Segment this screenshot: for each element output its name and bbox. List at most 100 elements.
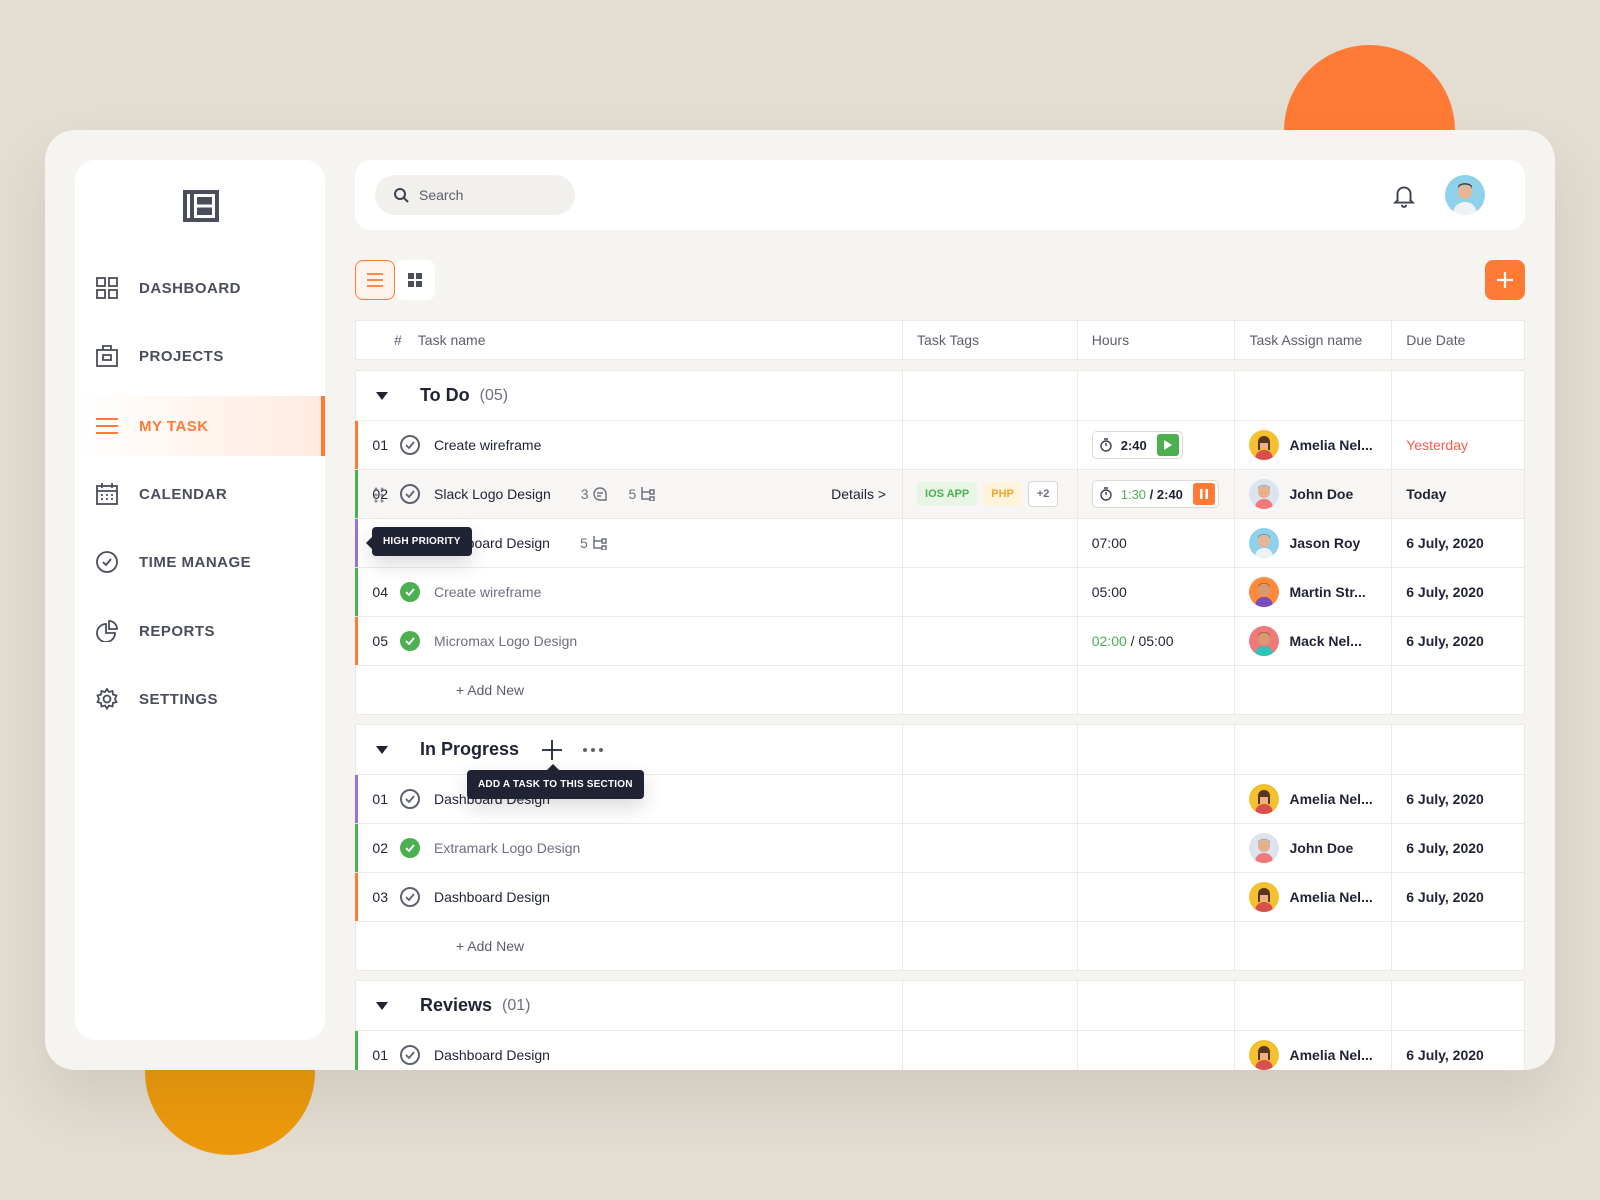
user-avatar[interactable] — [1445, 175, 1485, 215]
header-task-name: Task name — [417, 332, 486, 348]
due-date: 6 July, 2020 — [1406, 633, 1484, 649]
subtask-count[interactable]: 5 — [629, 486, 657, 502]
sidebar-item-label: PROJECTS — [139, 347, 224, 365]
details-link[interactable]: Details > — [831, 486, 886, 502]
task-name[interactable]: Extramark Logo Design — [434, 840, 580, 856]
table-row[interactable]: 03 Dashboard Design Amelia Nel... 6 July… — [355, 872, 1524, 921]
collapse-caret-icon[interactable] — [376, 745, 388, 754]
task-number: 01 — [372, 437, 388, 453]
table-row[interactable]: 01 Dashboard Design Amelia Nel... 6 July… — [355, 1030, 1524, 1070]
check-icon[interactable] — [400, 484, 420, 504]
task-name[interactable]: Dashboard Design — [434, 1047, 550, 1063]
check-icon[interactable] — [400, 887, 420, 907]
more-options-icon[interactable] — [583, 747, 604, 752]
tag-badge[interactable]: PHP — [983, 482, 1022, 506]
table-row[interactable]: 01 Create wireframe 2:40 Amelia Nel... Y… — [355, 420, 1524, 469]
task-number: 05 — [372, 633, 388, 649]
assignee-name: Mack Nel... — [1289, 633, 1362, 649]
table-row[interactable]: 05 Micromax Logo Design 02:00 / 05:00 Ma… — [355, 616, 1524, 665]
table-row[interactable]: 04 Create wireframe 05:00 Martin Str... … — [355, 567, 1524, 616]
pause-icon[interactable] — [1192, 483, 1215, 505]
sidebar-item-time-manage[interactable]: TIME MANAGE — [75, 532, 325, 592]
check-done-icon[interactable] — [400, 838, 420, 858]
section-count: (05) — [479, 386, 509, 404]
task-name[interactable]: Slack Logo Design — [434, 486, 551, 502]
add-task-button[interactable] — [1485, 260, 1525, 300]
assignee-name: Amelia Nel... — [1289, 1047, 1373, 1063]
list-view-button[interactable] — [355, 260, 395, 300]
subtask-icon — [593, 536, 607, 550]
search-icon — [394, 188, 409, 203]
add-row: + Add New — [356, 921, 1524, 970]
sidebar-item-reports[interactable]: REPORTS — [75, 601, 325, 661]
play-icon[interactable] — [1156, 434, 1179, 456]
section-header: In Progress — [356, 725, 1524, 774]
section-header: To Do (05) — [356, 371, 1524, 420]
task-number: 01 — [372, 791, 388, 807]
sidebar-item-calendar[interactable]: CALENDAR — [75, 464, 325, 524]
task-number: 04 — [372, 584, 388, 600]
add-to-section-icon[interactable] — [541, 739, 563, 761]
add-new-link[interactable]: + Add New — [456, 682, 524, 698]
stopwatch-icon — [1100, 438, 1112, 452]
sidebar-item-settings[interactable]: SETTINGS — [75, 669, 325, 729]
subtask-count-value: 5 — [579, 535, 588, 551]
header-tags[interactable]: Task Tags — [903, 321, 1078, 359]
subtask-count[interactable]: 5 — [580, 535, 608, 551]
check-icon[interactable] — [400, 1045, 420, 1065]
app-window: DASHBOARD PROJECTS MY TASK CALENDAR TIME… — [45, 130, 1555, 1070]
tag-more-badge[interactable]: +2 — [1027, 481, 1059, 507]
task-timer: 2:40 — [1091, 431, 1183, 459]
header-due[interactable]: Due Date — [1392, 321, 1524, 359]
check-icon[interactable] — [400, 789, 420, 809]
table-row[interactable]: 02 Slack Logo Design 3 5 Details > IOS A… — [355, 469, 1524, 518]
hours-separator: / — [1126, 633, 1139, 649]
app-logo[interactable] — [183, 190, 219, 222]
grid-icon — [95, 276, 119, 300]
avatar — [1249, 528, 1280, 558]
task-name[interactable]: Create wireframe — [434, 584, 541, 600]
hours-value: 07:00 — [1091, 535, 1127, 551]
section-count: (01) — [502, 996, 531, 1014]
task-name[interactable]: Dashboard Design — [434, 889, 550, 905]
search-box[interactable] — [375, 175, 575, 215]
tag-badge[interactable]: IOS APP — [917, 482, 978, 506]
sidebar-item-dashboard[interactable]: DASHBOARD — [75, 258, 325, 318]
sidebar-item-my-task[interactable]: MY TASK — [75, 396, 325, 456]
add-new-link[interactable]: + Add New — [456, 938, 524, 954]
assignee-name: Amelia Nel... — [1289, 437, 1373, 453]
sidebar-item-label: SETTINGS — [139, 690, 219, 708]
sidebar-item-label: MY TASK — [139, 417, 209, 435]
bell-icon[interactable] — [1391, 182, 1417, 208]
task-name[interactable]: Micromax Logo Design — [434, 633, 577, 649]
header-task[interactable]: # Task name — [356, 321, 904, 359]
add-task-tooltip: ADD A TASK TO THIS SECTION — [467, 764, 644, 799]
search-input[interactable] — [419, 187, 559, 203]
task-name[interactable]: Create wireframe — [434, 437, 541, 453]
check-icon[interactable] — [400, 435, 420, 455]
avatar — [1249, 479, 1280, 509]
high-priority-tooltip: HIGH PRIORITY — [366, 527, 472, 556]
header-hours[interactable]: Hours — [1078, 321, 1236, 359]
check-done-icon[interactable] — [400, 631, 420, 651]
collapse-caret-icon[interactable] — [376, 1001, 388, 1010]
sidebar-item-label: DASHBOARD — [139, 279, 241, 297]
check-done-icon[interactable] — [400, 582, 420, 602]
collapse-caret-icon[interactable] — [376, 391, 388, 400]
sidebar-item-label: TIME MANAGE — [139, 553, 252, 571]
sidebar-item-projects[interactable]: PROJECTS — [75, 326, 325, 386]
header-assign[interactable]: Task Assign name — [1235, 321, 1393, 359]
comment-count[interactable]: 3 — [581, 486, 607, 502]
grid-view-button[interactable] — [395, 260, 435, 300]
task-number: 01 — [372, 1047, 388, 1063]
clock-icon — [95, 550, 119, 574]
due-date: Today — [1406, 486, 1447, 502]
table-row[interactable]: HIGH PRIORITY 03 Dashboard Design 5 07:0… — [355, 518, 1524, 567]
calendar-icon — [95, 482, 119, 506]
table-row[interactable]: 02 Extramark Logo Design John Doe 6 July… — [355, 823, 1524, 872]
hours-value: 02:00 / 05:00 — [1092, 633, 1174, 649]
hours-total: 05:00 — [1138, 633, 1174, 649]
sidebar: DASHBOARD PROJECTS MY TASK CALENDAR TIME… — [75, 160, 325, 1040]
stopwatch-icon — [1100, 487, 1112, 501]
section-title: To Do — [420, 385, 470, 405]
